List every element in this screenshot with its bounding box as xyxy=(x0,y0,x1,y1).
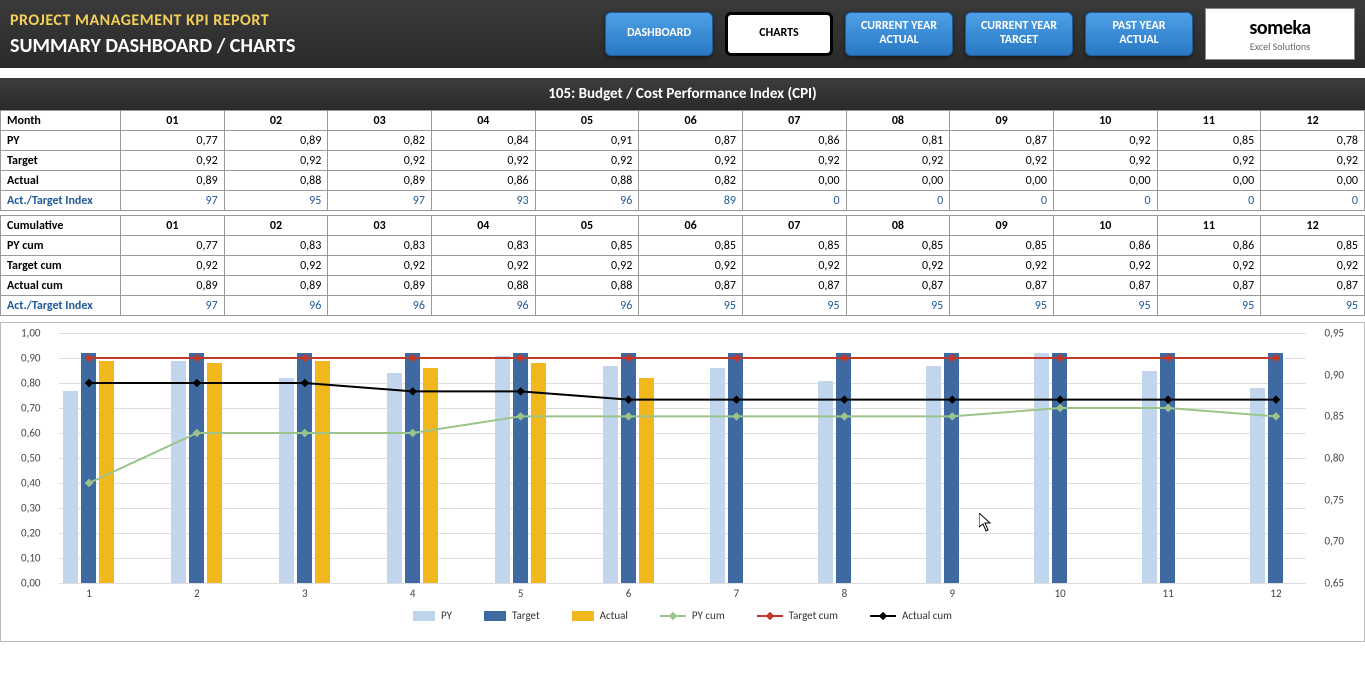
x-tick: 6 xyxy=(626,587,632,600)
nav-buttons: DASHBOARD CHARTS CURRENT YEAR ACTUAL CUR… xyxy=(605,12,1193,56)
x-tick: 12 xyxy=(1270,587,1281,600)
legend-py: PY xyxy=(441,609,452,622)
header: PROJECT MANAGEMENT KPI REPORT SUMMARY DA… xyxy=(0,0,1365,68)
x-tick: 10 xyxy=(1055,587,1066,600)
logo: someka Excel Solutions xyxy=(1205,8,1355,60)
x-tick: 4 xyxy=(410,587,416,600)
x-tick: 2 xyxy=(194,587,200,600)
logo-text: someka xyxy=(1249,16,1310,40)
legend-actual-cum: Actual cum xyxy=(902,609,952,622)
table-row: Actual0,890,880,890,860,880,820,000,000,… xyxy=(1,171,1365,191)
x-tick: 3 xyxy=(302,587,308,600)
line-py-cum xyxy=(89,408,1276,483)
x-tick: 5 xyxy=(518,587,524,600)
legend-py-cum: PY cum xyxy=(692,609,725,622)
table-row: Act./Target Index97969696969595959595959… xyxy=(1,296,1365,316)
table-row: Actual cum0,890,890,890,880,880,870,870,… xyxy=(1,276,1365,296)
x-tick: 1 xyxy=(86,587,92,600)
legend-target: Target xyxy=(512,609,540,622)
report-title: PROJECT MANAGEMENT KPI REPORT xyxy=(10,11,295,30)
chart-legend: PY Target Actual PY cum Target cum Actua… xyxy=(19,609,1346,622)
legend-target-cum: Target cum xyxy=(789,609,838,622)
line-actual-cum xyxy=(89,383,1276,400)
chart-area: 0,000,100,200,300,400,500,600,700,800,90… xyxy=(0,322,1365,642)
charts-button[interactable]: CHARTS xyxy=(725,12,833,56)
table-row: PY0,770,890,820,840,910,870,860,810,870,… xyxy=(1,131,1365,151)
py-actual-button[interactable]: PAST YEAR ACTUAL xyxy=(1085,12,1193,56)
table-row: Target0,920,920,920,920,920,920,920,920,… xyxy=(1,151,1365,171)
cy-actual-button[interactable]: CURRENT YEAR ACTUAL xyxy=(845,12,953,56)
table-row: Target cum0,920,920,920,920,920,920,920,… xyxy=(1,256,1365,276)
dashboard-button[interactable]: DASHBOARD xyxy=(605,12,713,56)
cy-target-button[interactable]: CURRENT YEAR TARGET xyxy=(965,12,1073,56)
cumulative-table: Cumulative010203040506070809101112 PY cu… xyxy=(0,215,1365,316)
legend-actual: Actual xyxy=(600,609,628,622)
x-tick: 8 xyxy=(842,587,848,600)
x-tick: 9 xyxy=(949,587,955,600)
monthly-table: Month010203040506070809101112 PY0,770,89… xyxy=(0,110,1365,211)
logo-subtext: Excel Solutions xyxy=(1250,40,1310,53)
x-tick: 7 xyxy=(734,587,740,600)
page-subtitle: SUMMARY DASHBOARD / CHARTS xyxy=(10,34,295,58)
kpi-banner: 105: Budget / Cost Performance Index (CP… xyxy=(0,78,1365,110)
table-row: PY cum0,770,830,830,830,850,850,850,850,… xyxy=(1,236,1365,256)
table-row: Act./Target Index979597939689000000 xyxy=(1,191,1365,211)
x-tick: 11 xyxy=(1163,587,1174,600)
